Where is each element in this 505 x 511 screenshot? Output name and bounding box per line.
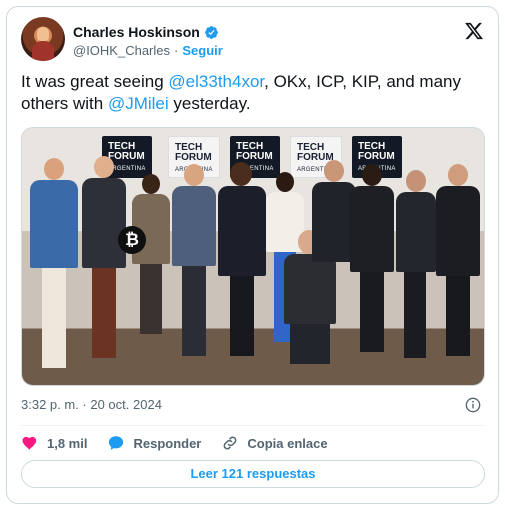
like-button[interactable]: 1,8 mil bbox=[21, 434, 87, 452]
author-handle-row: @IOHK_Charles · Seguir bbox=[73, 43, 223, 58]
author-name[interactable]: Charles Hoskinson bbox=[73, 24, 200, 40]
read-replies-button[interactable]: Leer 121 respuestas bbox=[21, 460, 485, 488]
x-logo-icon[interactable] bbox=[463, 21, 485, 41]
tweet-timestamp[interactable]: 3:32 p. m. · 20 oct. 2024 bbox=[21, 397, 162, 412]
separator-dot: · bbox=[174, 43, 179, 58]
mention-link[interactable]: @el33th4xor bbox=[168, 72, 264, 91]
reply-bubble-icon bbox=[109, 436, 124, 450]
tweet-text-part: It was great seeing bbox=[21, 72, 169, 91]
tweet-text-part: yesterday. bbox=[168, 94, 251, 113]
tweet-photo[interactable]: TECHFORUMARGENTINA TECHFORUMARGENTINA TE… bbox=[21, 127, 485, 386]
mention-link[interactable]: @JMilei bbox=[108, 94, 169, 113]
divider bbox=[21, 425, 485, 426]
link-icon bbox=[223, 436, 237, 450]
bitcoin-badge-icon: ₿ bbox=[118, 226, 146, 254]
copy-link-button[interactable]: Copia enlace bbox=[221, 434, 328, 452]
info-icon[interactable] bbox=[465, 397, 481, 413]
like-count: 1,8 mil bbox=[47, 435, 88, 451]
reply-button[interactable]: Responder bbox=[107, 434, 201, 452]
follow-button[interactable]: Seguir bbox=[182, 43, 222, 58]
action-bar: 1,8 mil Responder Copia enlace bbox=[21, 432, 348, 454]
heart-icon bbox=[22, 436, 37, 451]
tweet-text: It was great seeing @el33th4xor, OKx, IC… bbox=[21, 71, 491, 115]
author-handle[interactable]: @IOHK_Charles bbox=[73, 43, 170, 58]
copy-link-label: Copia enlace bbox=[247, 435, 328, 451]
verified-badge-icon bbox=[204, 25, 218, 39]
author-name-row: Charles Hoskinson bbox=[73, 24, 219, 40]
author-avatar[interactable] bbox=[21, 17, 65, 61]
tweet-card: Charles Hoskinson @IOHK_Charles · Seguir… bbox=[6, 6, 499, 504]
reply-label: Responder bbox=[133, 435, 202, 451]
